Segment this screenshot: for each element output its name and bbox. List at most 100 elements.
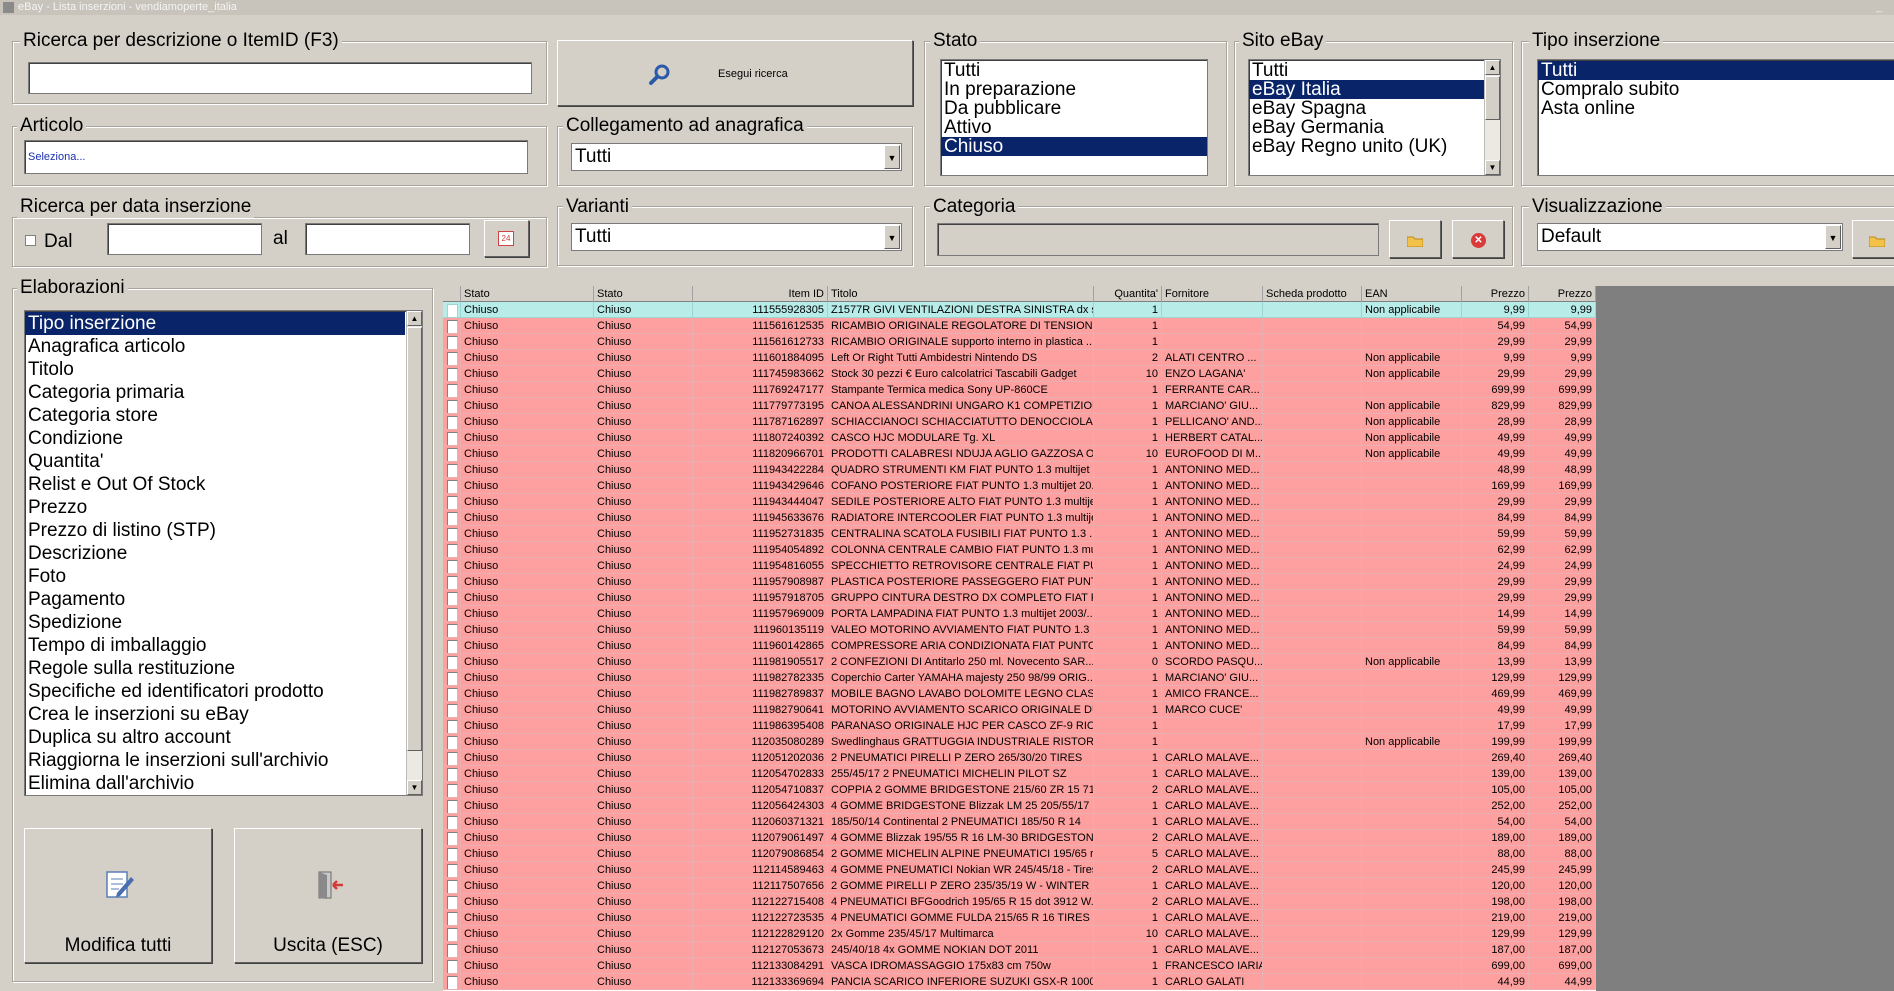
table-row[interactable]: Chiuso Chiuso 111954816055 SPECCHIETTO RETR… [443,558,1596,574]
elaborazioni-item[interactable]: Foto [25,565,422,588]
row-select-cell[interactable] [443,494,461,510]
header-prezzo-2[interactable]: Prezzo [1529,286,1596,302]
header-select[interactable] [443,286,461,302]
row-select-cell[interactable] [443,958,461,974]
table-row[interactable]: Chiuso Chiuso 111561612535 RICAMBIO ORIGINA… [443,318,1596,334]
elaborazioni-item[interactable]: Categoria primaria [25,381,422,404]
table-row[interactable]: Chiuso Chiuso 112114589463 4 GOMME PNEUMATI… [443,862,1596,878]
row-checkbox[interactable] [447,928,458,941]
table-row[interactable]: Chiuso Chiuso 111945633676 RADIATORE INTERC… [443,510,1596,526]
row-select-cell[interactable] [443,782,461,798]
articolo-selector[interactable]: Seleziona... [24,140,528,174]
elaborazioni-item[interactable]: Crea le inserzioni su eBay [25,703,422,726]
row-checkbox[interactable] [447,784,458,797]
table-row[interactable]: Chiuso Chiuso 111957908987 PLASTICA POSTERI… [443,574,1596,590]
table-row[interactable]: Chiuso Chiuso 111982790641 MOTORINO AVVIAME… [443,702,1596,718]
table-row[interactable]: Chiuso Chiuso 112035080289 Swedlinghaus GRA… [443,734,1596,750]
row-select-cell[interactable] [443,478,461,494]
elaborazioni-item[interactable]: Spedizione [25,611,422,634]
table-row[interactable]: Chiuso Chiuso 111769247177 Stampante Termic… [443,382,1596,398]
table-row[interactable]: Chiuso Chiuso 112122723535 4 PNEUMATICI GOM… [443,910,1596,926]
table-row[interactable]: Chiuso Chiuso 112133369694 PANCIA SCARICO I… [443,974,1596,990]
varianti-dropdown[interactable]: Tutti ▼ [571,223,902,251]
chevron-down-icon[interactable]: ▼ [884,145,900,169]
table-row[interactable]: Chiuso Chiuso 111957969009 PORTA LAMPADINA … [443,606,1596,622]
row-checkbox[interactable] [447,416,458,429]
modifica-tutti-button[interactable]: Modifica tutti [24,828,212,963]
elaborazioni-item[interactable]: Riaggiorna le inserzioni sull'archivio [25,749,422,772]
table-row[interactable]: Chiuso Chiuso 111982789837 MOBILE BAGNO LAV… [443,686,1596,702]
row-select-cell[interactable] [443,542,461,558]
row-select-cell[interactable] [443,974,461,990]
table-row[interactable]: Chiuso Chiuso 111952731835 CENTRALINA SCATO… [443,526,1596,542]
row-select-cell[interactable] [443,430,461,446]
row-checkbox[interactable] [447,976,458,989]
row-checkbox[interactable] [447,912,458,925]
elaborazioni-item[interactable]: Anagrafica articolo [25,335,422,358]
row-select-cell[interactable] [443,862,461,878]
table-row[interactable]: Chiuso Chiuso 111981905517 2 CONFEZIONI DI … [443,654,1596,670]
row-select-cell[interactable] [443,638,461,654]
row-select-cell[interactable] [443,670,461,686]
header-item-id[interactable]: Item ID [693,286,828,302]
table-row[interactable]: Chiuso Chiuso 112079086854 2 GOMME MICHELIN… [443,846,1596,862]
header-quantita[interactable]: Quantita' [1094,286,1162,302]
row-select-cell[interactable] [443,830,461,846]
elaborazioni-listbox[interactable]: Tipo inserzione Anagrafica articolo Tito… [24,310,423,796]
categoria-input[interactable] [937,223,1379,256]
elaborazioni-item[interactable]: Titolo [25,358,422,381]
row-select-cell[interactable] [443,718,461,734]
row-checkbox[interactable] [447,496,458,509]
stato-item[interactable]: Tutti [941,61,1207,80]
header-titolo[interactable]: Titolo [828,286,1094,302]
row-checkbox[interactable] [447,752,458,765]
table-row[interactable]: Chiuso Chiuso 112122829120 2x Gomme 235/45/… [443,926,1596,942]
table-row[interactable]: Chiuso Chiuso 111954054892 COLONNA CENTRALE… [443,542,1596,558]
row-checkbox[interactable] [447,704,458,717]
row-select-cell[interactable] [443,878,461,894]
table-row[interactable]: Chiuso Chiuso 112117507656 2 GOMME PIRELLI … [443,878,1596,894]
stato-item[interactable]: Attivo [941,118,1207,137]
dal-date-input[interactable] [107,223,262,255]
table-row[interactable]: Chiuso Chiuso 111943429646 COFANO POSTERIOR… [443,478,1596,494]
table-row[interactable]: Chiuso Chiuso 112133084291 VASCA IDROMASSAG… [443,958,1596,974]
sito-item[interactable]: Tutti [1249,61,1484,80]
header-ean[interactable]: EAN [1362,286,1462,302]
elaborazioni-item[interactable]: Prezzo [25,496,422,519]
tipo-item-selected[interactable]: Tutti [1538,61,1894,80]
table-row[interactable]: Chiuso Chiuso 111555928305 Z1577R GIVI VENT… [443,302,1596,318]
row-select-cell[interactable] [443,750,461,766]
elaborazioni-scrollbar[interactable]: ▲ ▼ [406,311,422,795]
table-row[interactable]: Chiuso Chiuso 111982782335 Coperchio Carter… [443,670,1596,686]
row-select-cell[interactable] [443,302,461,318]
row-select-cell[interactable] [443,702,461,718]
scroll-down-icon[interactable]: ▼ [407,780,422,795]
scroll-up-icon[interactable]: ▲ [407,311,422,326]
tipo-listbox[interactable]: Tutti Compralo subito Asta online [1537,59,1894,176]
table-row[interactable]: Chiuso Chiuso 112060371321 185/50/14 Contin… [443,814,1596,830]
row-select-cell[interactable] [443,686,461,702]
chevron-down-icon[interactable]: ▼ [884,225,900,249]
row-checkbox[interactable] [447,512,458,525]
row-select-cell[interactable] [443,894,461,910]
row-select-cell[interactable] [443,606,461,622]
visualizzazione-folder-button[interactable] [1852,220,1894,258]
row-select-cell[interactable] [443,510,461,526]
sito-item-selected[interactable]: eBay Italia [1249,80,1484,99]
row-checkbox[interactable] [447,544,458,557]
elaborazioni-item[interactable]: Specifiche ed identificatori prodotto [25,680,422,703]
categoria-clear-button[interactable]: ✕ [1452,220,1504,258]
stato-item[interactable]: Da pubblicare [941,99,1207,118]
row-select-cell[interactable] [443,590,461,606]
elaborazioni-item[interactable]: Descrizione [25,542,422,565]
row-select-cell[interactable] [443,526,461,542]
al-date-input[interactable] [305,223,470,255]
row-select-cell[interactable] [443,574,461,590]
row-checkbox[interactable] [447,352,458,365]
row-checkbox[interactable] [447,864,458,877]
header-stato[interactable]: Stato [461,286,594,302]
row-checkbox[interactable] [447,768,458,781]
table-row[interactable]: Chiuso Chiuso 111561612733 RICAMBIO ORIGINA… [443,334,1596,350]
table-row[interactable]: Chiuso Chiuso 111960142865 COMPRESSORE ARIA… [443,638,1596,654]
search-button[interactable]: Esegui ricerca [557,40,913,106]
